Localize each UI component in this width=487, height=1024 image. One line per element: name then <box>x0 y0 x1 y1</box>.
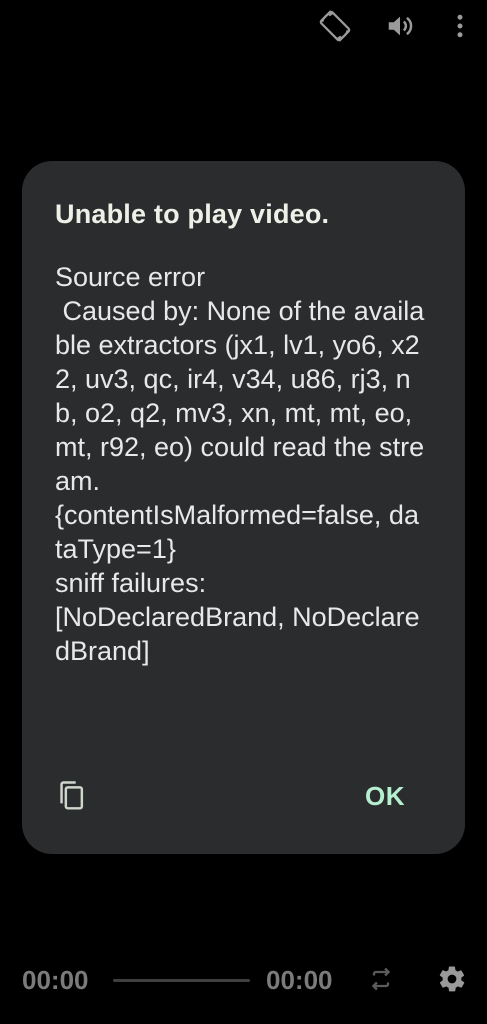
volume-button[interactable] <box>380 6 420 46</box>
dialog-message: Source error Caused by: None of the avai… <box>55 262 425 666</box>
screen-rotation-button[interactable] <box>315 6 355 46</box>
total-time: 00:00 <box>266 965 333 995</box>
playback-bar: 00:00 00:00 <box>0 958 487 1006</box>
volume-up-icon <box>385 11 415 41</box>
repeat-icon <box>367 965 395 998</box>
copy-icon <box>57 780 87 817</box>
screen-rotation-icon <box>318 9 352 43</box>
current-time: 00:00 <box>22 965 89 995</box>
settings-gear-icon <box>437 964 467 999</box>
repeat-button[interactable] <box>365 965 397 997</box>
seek-bar[interactable] <box>113 979 250 982</box>
more-options-button[interactable] <box>440 6 480 46</box>
copy-button[interactable] <box>55 780 89 817</box>
top-controls <box>0 6 487 46</box>
more-vertical-icon <box>445 11 475 41</box>
error-dialog: Unable to play video. Source error Cause… <box>22 161 465 854</box>
dialog-title: Unable to play video. <box>55 199 330 229</box>
settings-button[interactable] <box>435 964 469 998</box>
ok-button[interactable]: OK <box>365 781 405 812</box>
